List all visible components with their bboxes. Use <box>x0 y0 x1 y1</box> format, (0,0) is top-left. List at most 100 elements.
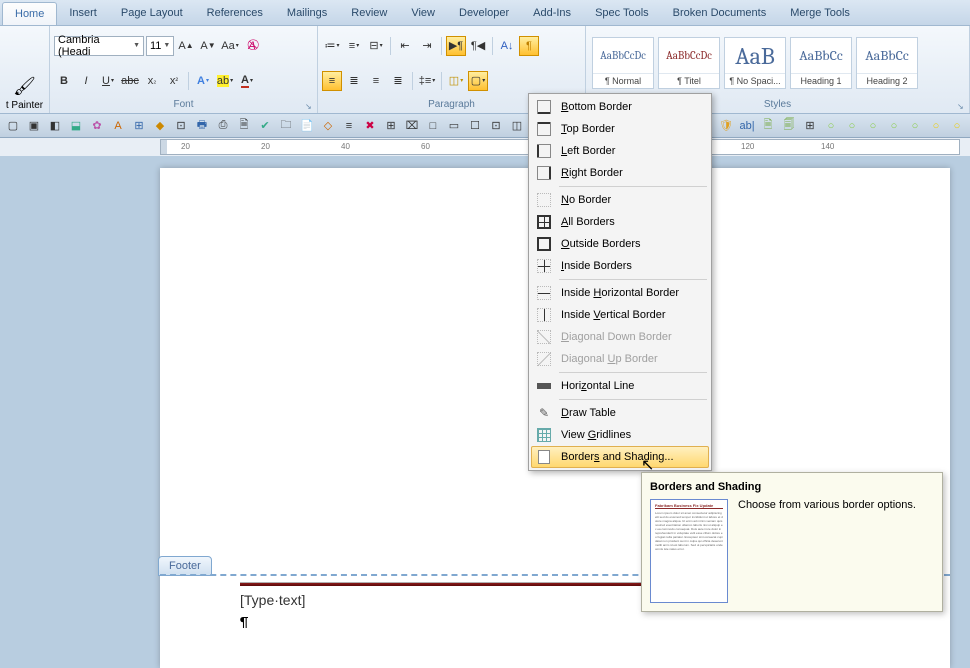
tab-addins[interactable]: Add-Ins <box>521 2 583 25</box>
tab-references[interactable]: References <box>195 2 275 25</box>
border-menu-item[interactable]: Inside Horizontal Border <box>531 282 709 304</box>
border-menu-item[interactable]: No Border <box>531 189 709 211</box>
qat-button[interactable]: ✿ <box>88 117 106 135</box>
style-normal[interactable]: AaBbCcDc¶ Normal <box>592 37 654 89</box>
qat-button[interactable]: A <box>109 117 127 135</box>
qat-button[interactable]: 🗎 <box>235 117 253 135</box>
qat-button[interactable]: ✔ <box>256 117 274 135</box>
tab-merge-tools[interactable]: Merge Tools <box>778 2 862 25</box>
sort-button[interactable]: A↓ <box>497 36 517 56</box>
qat-button[interactable]: ⊞ <box>130 117 148 135</box>
align-left-button[interactable]: ≡ <box>322 71 342 91</box>
style-heading2[interactable]: AaBbCcHeading 2 <box>856 37 918 89</box>
grow-font-button[interactable]: A▲ <box>176 36 196 56</box>
border-menu-item[interactable]: Inside Borders <box>531 255 709 277</box>
style-no-spacing[interactable]: AaB¶ No Spaci... <box>724 37 786 89</box>
superscript-button[interactable]: x² <box>164 71 184 91</box>
qat-button[interactable]: ○ <box>906 117 924 135</box>
qat-button[interactable]: ○ <box>864 117 882 135</box>
qat-button[interactable]: ◫ <box>508 117 526 135</box>
highlight-button[interactable]: ab▾ <box>215 71 235 91</box>
tab-developer[interactable]: Developer <box>447 2 521 25</box>
qat-button[interactable]: ab| <box>738 117 756 135</box>
styles-dialog-launcher[interactable]: ↘ <box>957 102 967 112</box>
tab-mailings[interactable]: Mailings <box>275 2 339 25</box>
styles-gallery[interactable]: AaBbCcDc¶ Normal AaBbCcDc¶ Titel AaB¶ No… <box>590 35 965 91</box>
shrink-font-button[interactable]: A▼ <box>198 36 218 56</box>
qat-button[interactable]: 📄 <box>298 117 316 135</box>
qat-button[interactable]: ◆ <box>151 117 169 135</box>
ltr-direction-button[interactable]: ▶¶ <box>446 36 466 56</box>
shading-button[interactable]: ◫▾ <box>446 71 466 91</box>
font-dialog-launcher[interactable]: ↘ <box>305 102 315 112</box>
qat-button[interactable]: ◧ <box>46 117 64 135</box>
rtl-direction-button[interactable]: ¶◀ <box>468 36 488 56</box>
style-heading1[interactable]: AaBbCcHeading 1 <box>790 37 852 89</box>
border-menu-item[interactable]: Draw Table <box>531 402 709 424</box>
qat-button[interactable]: ○ <box>885 117 903 135</box>
qat-button[interactable]: ○ <box>822 117 840 135</box>
qat-button[interactable]: ⎙ <box>214 117 232 135</box>
change-case-button[interactable]: Aa▾ <box>220 36 240 56</box>
show-marks-button[interactable]: ¶ <box>519 36 539 56</box>
subscript-button[interactable]: x₂ <box>142 71 162 91</box>
border-menu-item[interactable]: Horizontal Line <box>531 375 709 397</box>
clear-formatting-button[interactable]: A⃠ <box>242 36 262 56</box>
qat-button[interactable]: ▭ <box>445 117 463 135</box>
numbering-button[interactable]: ≡▾ <box>344 36 364 56</box>
qat-button[interactable]: ▢ <box>4 117 22 135</box>
border-menu-item[interactable]: Inside Vertical Border <box>531 304 709 326</box>
qat-button[interactable]: 🛡 <box>717 117 735 135</box>
justify-button[interactable]: ≣ <box>388 71 408 91</box>
qat-button[interactable]: ⊡ <box>172 117 190 135</box>
tab-view[interactable]: View <box>399 2 447 25</box>
multilevel-list-button[interactable]: ⊟▾ <box>366 36 386 56</box>
style-titel[interactable]: AaBbCcDc¶ Titel <box>658 37 720 89</box>
borders-button[interactable]: ▢▾ <box>468 71 488 91</box>
bullets-button[interactable]: ≔▾ <box>322 36 342 56</box>
increase-indent-button[interactable]: ⇥ <box>417 36 437 56</box>
qat-button[interactable]: ☐ <box>466 117 484 135</box>
border-menu-item[interactable]: Borders and Shading... <box>531 446 709 468</box>
border-menu-item[interactable]: All Borders <box>531 211 709 233</box>
qat-button[interactable]: ⌧ <box>403 117 421 135</box>
qat-button[interactable]: ○ <box>948 117 966 135</box>
qat-button[interactable]: ◇ <box>319 117 337 135</box>
qat-button[interactable]: 🖶 <box>193 117 211 135</box>
qat-button[interactable]: 🗎 <box>759 117 777 135</box>
qat-button[interactable]: 🗐 <box>780 117 798 135</box>
border-menu-item[interactable]: Top Border <box>531 118 709 140</box>
line-spacing-button[interactable]: ‡≡▾ <box>417 71 437 91</box>
tab-page-layout[interactable]: Page Layout <box>109 2 195 25</box>
qat-button[interactable]: 🗀 <box>277 117 295 135</box>
font-color-button[interactable]: A▾ <box>237 71 257 91</box>
italic-button[interactable]: I <box>76 71 96 91</box>
qat-button[interactable]: ≡ <box>340 117 358 135</box>
border-menu-item[interactable]: Right Border <box>531 162 709 184</box>
footer-placeholder[interactable]: [Type·text] <box>240 592 305 608</box>
tab-insert[interactable]: Insert <box>57 2 109 25</box>
qat-button[interactable]: ⬓ <box>67 117 85 135</box>
tab-review[interactable]: Review <box>339 2 399 25</box>
qat-button[interactable]: ⊞ <box>801 117 819 135</box>
tab-spec-tools[interactable]: Spec Tools <box>583 2 661 25</box>
underline-button[interactable]: U▾ <box>98 71 118 91</box>
qat-button[interactable]: ✖ <box>361 117 379 135</box>
qat-button[interactable]: ⊡ <box>487 117 505 135</box>
qat-button[interactable]: ○ <box>843 117 861 135</box>
qat-button[interactable]: ○ <box>927 117 945 135</box>
qat-button[interactable]: ⊞ <box>382 117 400 135</box>
align-center-button[interactable]: ≣ <box>344 71 364 91</box>
footer-tab[interactable]: Footer <box>158 556 212 576</box>
bold-button[interactable]: B <box>54 71 74 91</box>
align-right-button[interactable]: ≡ <box>366 71 386 91</box>
qat-button[interactable]: □ <box>424 117 442 135</box>
tab-home[interactable]: Home <box>2 2 57 25</box>
strikethrough-button[interactable]: abc <box>120 71 140 91</box>
tab-broken-documents[interactable]: Broken Documents <box>661 2 779 25</box>
border-menu-item[interactable]: Left Border <box>531 140 709 162</box>
border-menu-item[interactable]: View Gridlines <box>531 424 709 446</box>
border-menu-item[interactable]: Bottom Border <box>531 96 709 118</box>
font-size-combo[interactable]: 11▼ <box>146 36 174 56</box>
font-name-combo[interactable]: Cambria (Headi▼ <box>54 36 144 56</box>
